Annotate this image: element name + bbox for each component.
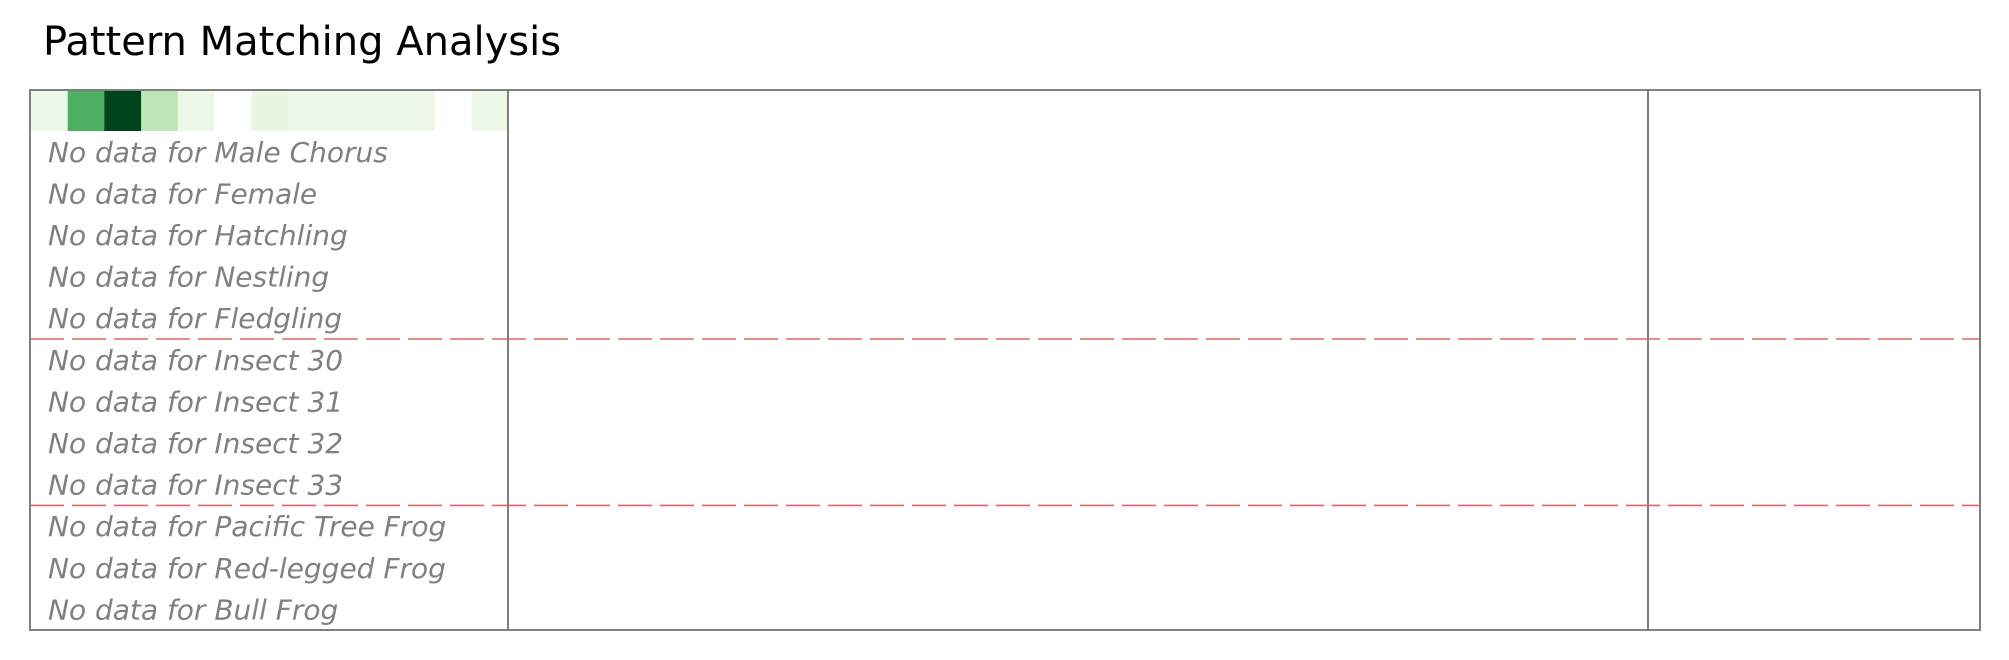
heatmap-cell: [251, 91, 289, 131]
no-data-label: No data for Male Chorus: [48, 136, 388, 169]
no-data-label: No data for Female: [48, 177, 317, 210]
no-data-label: No data for Bull Frog: [48, 593, 338, 626]
no-data-label: No data for Fledgling: [48, 302, 342, 335]
heatmap-cell: [324, 91, 362, 131]
heatmap-cell: [31, 91, 69, 131]
pattern-matching-chart: No data for Male Chorus No data for Femal…: [29, 89, 1981, 631]
heatmap-cell: [177, 91, 215, 131]
panel-frame: [1647, 89, 1981, 631]
heatmap-cell: [141, 91, 179, 131]
heatmap-cell: [434, 91, 472, 131]
heatmap-cell: [67, 91, 105, 131]
no-data-label: No data for Insect 32: [48, 427, 343, 460]
panel-frame: [507, 89, 1649, 631]
no-data-label: No data for Insect 30: [48, 344, 343, 377]
no-data-label: No data for Insect 31: [48, 385, 343, 418]
no-data-label: No data for Red-legged Frog: [48, 552, 446, 585]
heatmap-cell: [287, 91, 326, 131]
no-data-label: No data for Insect 33: [48, 469, 343, 502]
row-labels: No data for Male Chorus No data for Femal…: [48, 136, 446, 627]
heatmap-cell: [214, 91, 252, 131]
heatmap-strip: [31, 91, 509, 131]
heatmap-cell: [398, 91, 436, 131]
heatmap-cell: [104, 91, 142, 131]
no-data-label: No data for Hatchling: [48, 219, 348, 252]
heatmap-cell: [471, 91, 509, 131]
no-data-label: No data for Nestling: [48, 261, 329, 294]
no-data-label: No data for Pacific Tree Frog: [48, 510, 446, 543]
heatmap-cell: [361, 91, 399, 131]
